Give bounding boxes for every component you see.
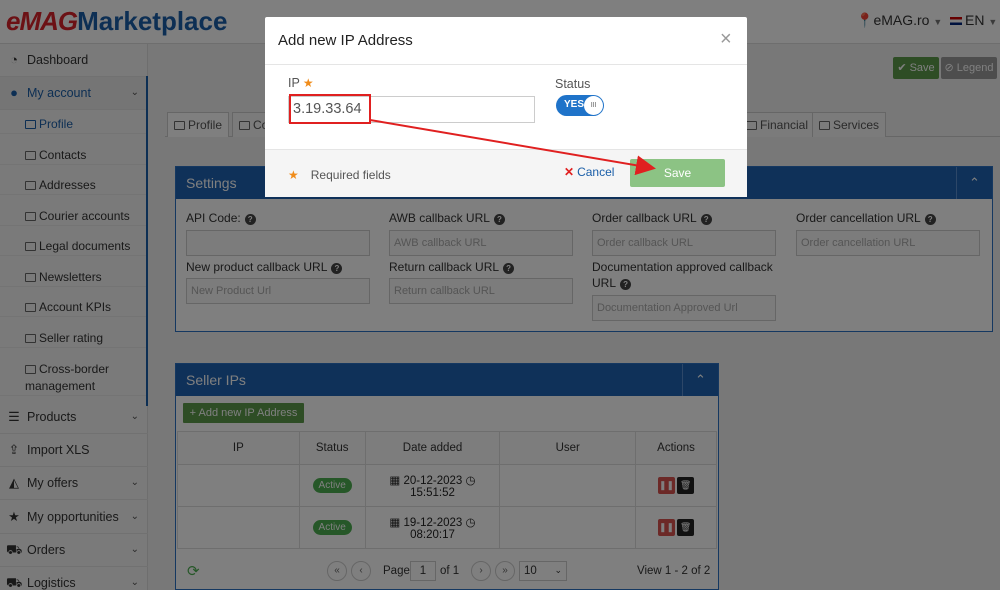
required-star-icon: ★: [288, 168, 299, 182]
ip-label: IP ★: [288, 76, 314, 90]
status-toggle[interactable]: YES III: [556, 95, 604, 116]
divider: [265, 64, 747, 65]
cancel-button[interactable]: ✕ Cancel: [564, 165, 614, 179]
status-label: Status: [555, 77, 591, 91]
toggle-label: YES: [564, 99, 585, 110]
annotation-highlight-box: [289, 94, 371, 124]
close-icon[interactable]: ×: [720, 29, 732, 49]
modal-save-button[interactable]: Save: [630, 159, 725, 187]
required-star-icon: ★: [302, 76, 314, 90]
modal-footer: ★ Required fields ✕ Cancel Save: [265, 149, 747, 197]
close-icon: ✕: [564, 165, 575, 179]
required-fields-note: ★ Required fields: [288, 168, 391, 182]
modal-title: Add new IP Address: [278, 32, 413, 49]
toggle-knob: III: [584, 96, 603, 115]
add-ip-modal: Add new IP Address × IP ★ 3.19.33.64 Stat…: [265, 17, 747, 197]
